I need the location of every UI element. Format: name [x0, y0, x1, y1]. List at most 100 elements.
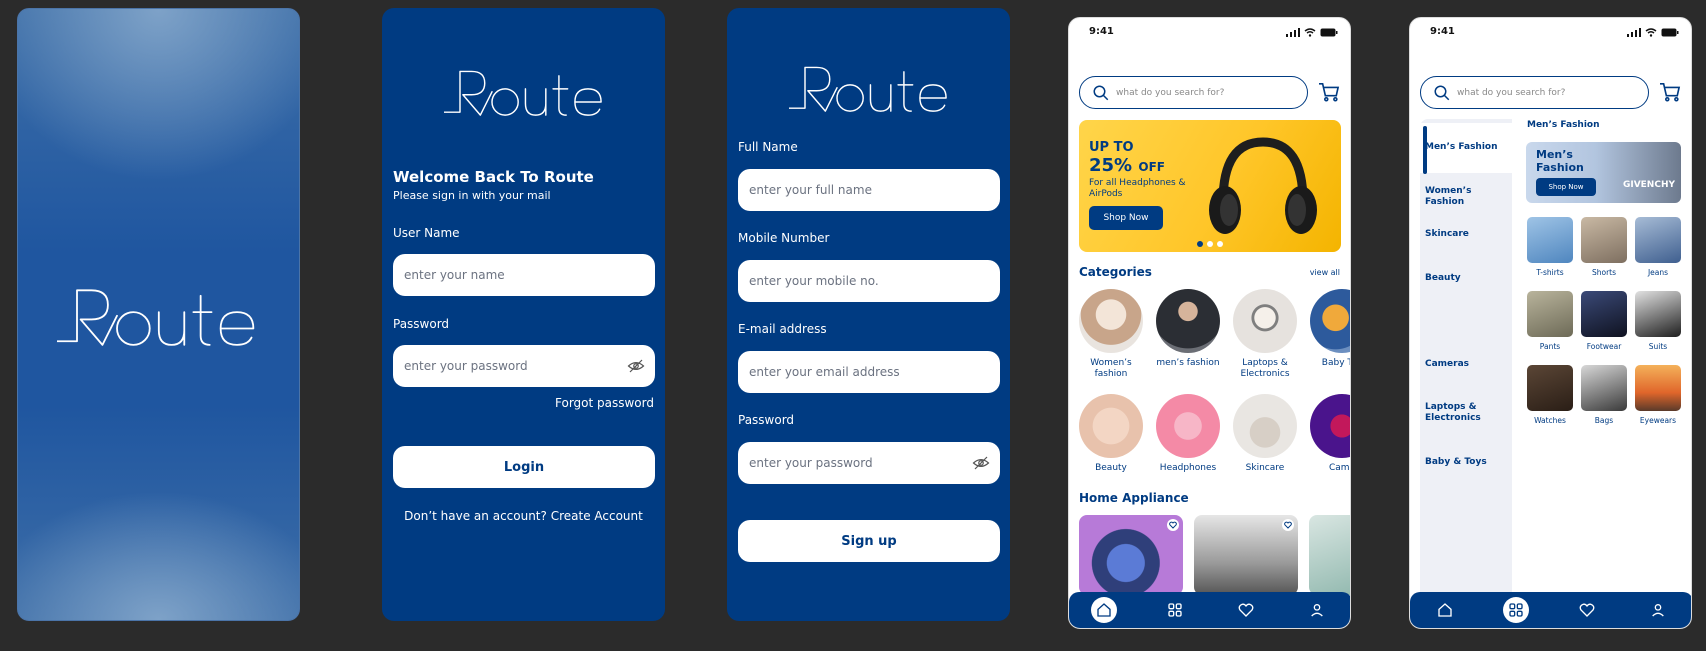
home-screen: 9:41 what do you search for? UP TO 25% O… — [1068, 17, 1351, 629]
route-logo — [57, 289, 255, 346]
heart-icon[interactable] — [1282, 519, 1294, 531]
categories-icon[interactable] — [1503, 597, 1530, 623]
tile-label: Jeans — [1647, 268, 1669, 277]
forgot-password-link[interactable]: Forgot password — [555, 396, 654, 410]
subcategory-tile[interactable]: Suits — [1635, 291, 1681, 351]
create-account-link[interactable]: Don’t have an account? Create Account — [382, 509, 665, 523]
wishlist-icon[interactable] — [1233, 597, 1259, 623]
view-all-link[interactable]: view all — [1310, 268, 1340, 277]
heart-icon[interactable] — [1167, 519, 1179, 531]
banner-title: Men’s Fashion — [1536, 148, 1584, 174]
tile-image — [1527, 291, 1573, 337]
category-image — [1310, 289, 1350, 353]
eye-off-icon[interactable] — [972, 454, 990, 472]
product-card[interactable] — [1079, 515, 1183, 595]
categories-title: Categories — [1079, 265, 1152, 279]
search-icon — [1434, 85, 1450, 101]
profile-icon[interactable] — [1645, 597, 1671, 623]
sidebar-item-mens-fashion[interactable]: Men’s Fashion — [1425, 142, 1505, 153]
route-logo — [444, 70, 602, 116]
eye-off-icon[interactable] — [627, 357, 645, 375]
category-item[interactable]: Skincare — [1232, 394, 1298, 474]
wifi-icon — [1304, 28, 1316, 37]
carousel-dots[interactable] — [1197, 241, 1223, 247]
tile-image — [1527, 365, 1573, 411]
shop-now-button[interactable]: Shop Now — [1536, 178, 1596, 196]
banner-percent: 25% OFF — [1089, 155, 1165, 176]
subcategory-tile[interactable]: Bags — [1581, 365, 1627, 425]
category-image — [1156, 394, 1220, 458]
tile-image — [1635, 291, 1681, 337]
username-input[interactable]: enter your name — [393, 254, 655, 296]
tile-image — [1635, 217, 1681, 263]
status-time: 9:41 — [1089, 26, 1114, 37]
banner-desc: For all Headphones & AirPods — [1089, 178, 1186, 199]
username-placeholder: enter your name — [404, 268, 505, 282]
login-button[interactable]: Login — [393, 446, 655, 488]
category-banner[interactable]: Men’s Fashion Shop Now GIVENCHY — [1526, 142, 1681, 203]
wishlist-icon[interactable] — [1574, 597, 1600, 623]
product-card[interactable] — [1194, 515, 1298, 595]
battery-icon — [1661, 28, 1679, 37]
category-item[interactable]: Beauty — [1078, 394, 1144, 474]
search-input[interactable]: what do you search for? — [1079, 76, 1308, 109]
category-image — [1079, 394, 1143, 458]
email-input[interactable]: enter your email address — [738, 351, 1000, 393]
tile-image — [1635, 365, 1681, 411]
subcategory-tile[interactable]: Footwear — [1581, 291, 1627, 351]
signup-screen: Full Name enter your full name Mobile Nu… — [727, 8, 1010, 621]
banner-brand: GIVENCHY — [1622, 180, 1675, 190]
category-item[interactable]: Women’s fashion — [1078, 289, 1144, 380]
category-item[interactable]: men’s fashion — [1155, 289, 1221, 369]
subcategory-tile[interactable]: Watches — [1527, 365, 1573, 425]
home-icon[interactable] — [1091, 597, 1118, 623]
bottom-nav — [1410, 592, 1691, 628]
cart-icon[interactable] — [1659, 82, 1681, 102]
fullname-input[interactable]: enter your full name — [738, 169, 1000, 211]
subcategory-tile[interactable]: Shorts — [1581, 217, 1627, 277]
bottom-nav — [1069, 592, 1350, 628]
categories-icon[interactable] — [1162, 597, 1188, 623]
product-card[interactable] — [1309, 515, 1350, 595]
banner-off: OFF — [1138, 160, 1165, 174]
signup-password-label: Password — [738, 413, 795, 427]
category-label: Women’s fashion — [1090, 358, 1132, 379]
tile-label: Pants — [1539, 342, 1561, 351]
fullname-placeholder: enter your full name — [749, 183, 872, 197]
subcategory-tile[interactable]: Pants — [1527, 291, 1573, 351]
route-logo — [1420, 49, 1466, 63]
cart-icon[interactable] — [1318, 82, 1340, 102]
shop-now-button[interactable]: Shop Now — [1089, 206, 1163, 230]
categories-screen: 9:41 what do you search for? Men’s Fashi… — [1409, 17, 1692, 629]
category-image — [1233, 289, 1297, 353]
sidebar-item-laptops[interactable]: Laptops & Electronics — [1425, 402, 1505, 424]
home-icon[interactable] — [1432, 597, 1458, 623]
category-item[interactable]: Baby Toy — [1309, 289, 1350, 369]
category-item[interactable]: Came — [1309, 394, 1350, 474]
category-image — [1156, 289, 1220, 353]
password-input[interactable]: enter your password — [393, 345, 655, 387]
sidebar-item-cameras[interactable]: Cameras — [1425, 359, 1505, 370]
profile-icon[interactable] — [1304, 597, 1330, 623]
login-subtitle: Please sign in with your mail — [393, 189, 551, 202]
sidebar-item-womens-fashion[interactable]: Women’s Fashion — [1425, 186, 1505, 208]
category-image — [1233, 394, 1297, 458]
category-item[interactable]: Laptops & Electronics — [1232, 289, 1298, 380]
wifi-icon — [1645, 28, 1657, 37]
mobile-input[interactable]: enter your mobile no. — [738, 260, 1000, 302]
fullname-label: Full Name — [738, 140, 798, 154]
login-title: Welcome Back To Route — [393, 168, 594, 186]
subcategory-tile[interactable]: T-shirts — [1527, 217, 1573, 277]
category-item[interactable]: Headphones — [1155, 394, 1221, 474]
subcategory-tile[interactable]: Jeans — [1635, 217, 1681, 277]
search-input[interactable]: what do you search for? — [1420, 76, 1649, 109]
subcategory-tile[interactable]: Eyewears — [1635, 365, 1681, 425]
promo-banner[interactable]: UP TO 25% OFF For all Headphones & AirPo… — [1079, 120, 1341, 252]
category-label: Beauty — [1095, 463, 1127, 473]
signup-button[interactable]: Sign up — [738, 520, 1000, 562]
signup-password-input[interactable]: enter your password — [738, 442, 1000, 484]
sidebar-item-beauty[interactable]: Beauty — [1425, 273, 1505, 284]
tile-label: Shorts — [1591, 268, 1617, 277]
sidebar-item-baby-toys[interactable]: Baby & Toys — [1425, 457, 1505, 468]
sidebar-item-skincare[interactable]: Skincare — [1425, 229, 1505, 240]
